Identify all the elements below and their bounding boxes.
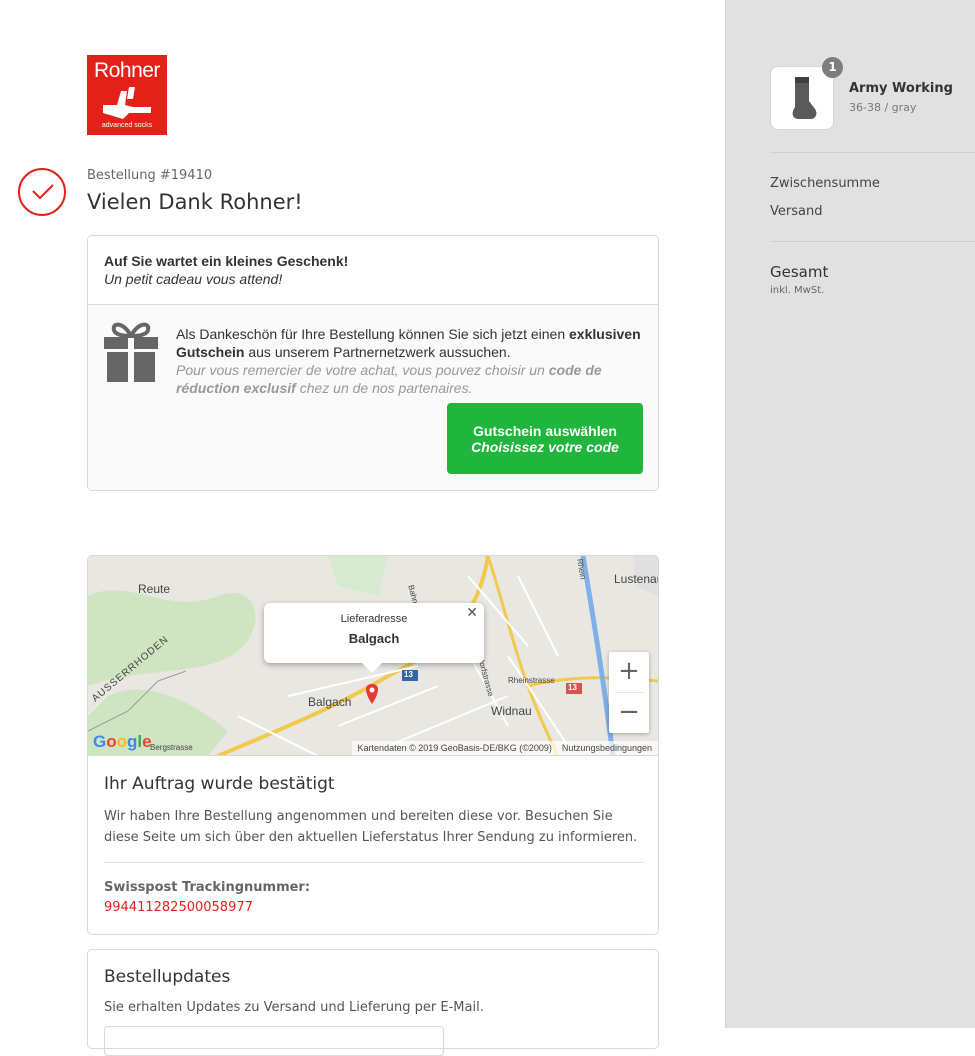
- product-variant: 36-38 / gray: [849, 101, 917, 114]
- divider: [104, 862, 644, 863]
- gift-voucher-panel: Auf Sie wartet ein kleines Geschenk! Un …: [87, 235, 659, 491]
- confirmation-title: Ihr Auftrag wurde bestätigt: [104, 774, 335, 794]
- map-place-lustenau: Lustenau: [614, 572, 658, 586]
- confirmation-text: Wir haben Ihre Bestellung angenommen und…: [104, 809, 638, 845]
- updates-text: Sie erhalten Updates zu Versand und Lief…: [104, 1000, 484, 1015]
- voucher-button-label: Gutschein auswählen: [473, 423, 617, 439]
- popup-label: Lieferadresse: [340, 613, 408, 625]
- google-logo: Google: [93, 732, 152, 751]
- gift-text-fr-2: chez un de nos partenaires.: [299, 380, 473, 396]
- gift-icon: [104, 322, 158, 382]
- delivery-address-popup: Lieferadresse Balgach ✕: [264, 603, 484, 673]
- order-updates-panel: Bestellupdates Sie erhalten Updates zu V…: [87, 949, 659, 1056]
- gift-body: Als Dankeschön für Ihre Bestellung könne…: [88, 305, 658, 490]
- gift-text-de-2: aus unserem Partnernetzwerk aussuchen.: [248, 344, 511, 360]
- map-street-rheinstrasse: Rheinstrasse: [508, 676, 555, 685]
- close-icon[interactable]: ✕: [466, 605, 478, 621]
- map-zoom-control: + −: [609, 652, 649, 733]
- logo-wordmark: Rohner: [94, 59, 160, 82]
- tracking-number-link[interactable]: 994411282500058977: [104, 900, 253, 915]
- map-attribution: Kartendaten © 2019 GeoBasis-DE/BKG (©200…: [351, 741, 658, 755]
- voucher-button-label-fr: Choisissez votre code: [471, 439, 619, 455]
- summary-divider: [770, 241, 975, 242]
- map-terms-link[interactable]: Nutzungsbedingungen: [562, 743, 652, 753]
- map-place-widnau: Widnau: [491, 704, 532, 718]
- product-thumbnail: [770, 66, 834, 130]
- subtotal-label: Zwischensumme: [770, 176, 880, 191]
- summary-divider: [770, 152, 975, 153]
- order-summary-sidebar: 1 Army Working 36-38 / gray Zwischensumm…: [725, 0, 975, 1028]
- gift-title: Auf Sie wartet ein kleines Geschenk!: [104, 253, 349, 269]
- map-attribution-text: Kartendaten © 2019 GeoBasis-DE/BKG (©200…: [357, 743, 552, 753]
- order-status-panel: Reute Lustenau Balgach Widnau AUSSERRHOD…: [87, 555, 659, 935]
- delivery-map[interactable]: Reute Lustenau Balgach Widnau AUSSERRHOD…: [88, 556, 658, 756]
- product-name: Army Working: [849, 81, 953, 96]
- total-tax-note: inkl. MwSt.: [770, 285, 825, 296]
- choose-voucher-button[interactable]: Gutschein auswählen Choisissez votre cod…: [447, 403, 643, 474]
- sock-icon: [792, 77, 817, 119]
- map-road-badge-13-east: 13: [568, 683, 577, 692]
- updates-title: Bestellupdates: [104, 967, 231, 987]
- thank-you-heading: Vielen Dank Rohner!: [87, 190, 303, 214]
- map-road-badge-13: 13: [404, 670, 413, 679]
- gift-text-fr-1: Pour vous remercier de votre achat, vous…: [176, 362, 545, 378]
- rohner-logo[interactable]: Rohner advanced socks: [87, 55, 167, 135]
- tracking-label: Swisspost Trackingnummer:: [104, 880, 311, 895]
- gift-text-de-1: Als Dankeschön für Ihre Bestellung könne…: [176, 326, 566, 342]
- logo-tagline: advanced socks: [101, 122, 153, 129]
- logo-mark-icon: [103, 87, 151, 119]
- gift-description: Als Dankeschön für Ihre Bestellung könne…: [176, 325, 646, 397]
- gift-header: Auf Sie wartet ein kleines Geschenk! Un …: [88, 236, 658, 305]
- main-content: Rohner advanced socks Bestellung #19410 …: [0, 0, 725, 1056]
- map-place-reute: Reute: [138, 582, 171, 596]
- quantity-badge: 1: [822, 57, 843, 78]
- map-street-bergstrasse: Bergstrasse: [150, 743, 193, 752]
- gift-text-fr: Pour vous remercier de votre achat, vous…: [176, 362, 602, 396]
- order-confirmed-check-icon: [18, 168, 66, 216]
- popup-city: Balgach: [348, 631, 400, 646]
- gift-title-fr: Un petit cadeau vous attend!: [104, 271, 283, 287]
- order-number: Bestellung #19410: [87, 168, 213, 183]
- updates-email-field[interactable]: [104, 1026, 444, 1056]
- zoom-out-button[interactable]: −: [609, 693, 649, 733]
- map-place-balgach: Balgach: [308, 695, 352, 709]
- total-label: Gesamt: [770, 263, 829, 281]
- zoom-in-button[interactable]: +: [609, 652, 649, 692]
- shipping-label: Versand: [770, 204, 823, 219]
